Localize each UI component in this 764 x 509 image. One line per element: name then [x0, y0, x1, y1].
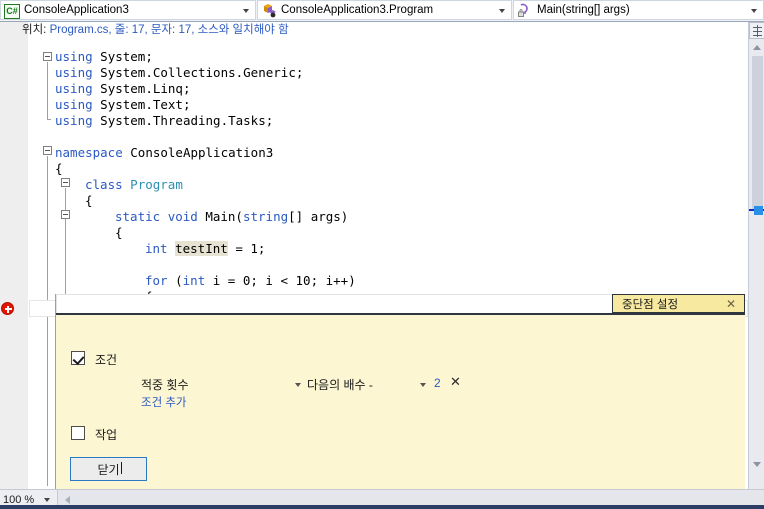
chevron-down-icon[interactable] — [295, 383, 301, 387]
member-dropdown-value: Main(string[] args) — [537, 3, 630, 17]
keyword-int: int — [145, 241, 168, 256]
token-text: System.Text; — [100, 97, 190, 112]
csharp-project-icon: C# — [4, 2, 21, 18]
code-line-2: using System.Collections.Generic; — [55, 65, 303, 81]
fold-toggle-namespace[interactable] — [43, 146, 52, 155]
code-line-4: using System.Text; — [55, 97, 190, 113]
condition-checkbox-label[interactable]: 조건 — [95, 351, 117, 368]
token-collections: System.Collections.Generic; — [100, 65, 303, 80]
hit-count-dropdown-value: 적중 횟수 — [141, 378, 189, 392]
member-dropdown[interactable]: Main(string[] args) — [513, 0, 764, 20]
chevron-down-icon[interactable] — [499, 9, 505, 13]
location-value[interactable]: Program.cs, 줄: 17, 문자: 17, 소스와 일치해야 함 — [50, 24, 289, 36]
remove-condition-icon[interactable]: ✕ — [450, 375, 461, 390]
keyword-string: string — [243, 209, 288, 224]
hit-count-dropdown[interactable]: 적중 횟수 — [141, 376, 303, 393]
conditional-breakpoint-glyph[interactable] — [1, 302, 14, 315]
scrollbar-thumb[interactable] — [752, 56, 763, 211]
visual-studio-window: C# ConsoleApplication3 ConsoleApplicatio… — [0, 0, 764, 509]
project-dropdown[interactable]: C# ConsoleApplication3 — [0, 0, 256, 20]
token-threading: System.Threading.Tasks; — [100, 113, 273, 128]
token-decl-name: testInt — [175, 241, 228, 256]
fold-guide — [47, 62, 48, 120]
keyword-for: for — [145, 273, 168, 288]
private-method-icon — [517, 3, 534, 19]
token-system: System; — [100, 49, 153, 64]
hit-count-mode-dropdown[interactable]: 다음의 배수 - — [307, 376, 428, 393]
token-for-head: ( — [168, 273, 183, 288]
code-line-5: using System.Threading.Tasks; — [55, 113, 273, 129]
keyword-using: using — [55, 65, 93, 80]
fold-guide-end — [47, 119, 51, 120]
close-button[interactable]: 닫기 — [70, 457, 147, 481]
code-line-11: static void Main(string[] args) — [115, 209, 348, 225]
keyword-int: int — [183, 273, 206, 288]
chevron-down-icon[interactable] — [420, 383, 426, 387]
token-main-sig-b: [] args) — [288, 209, 348, 224]
condition-checkbox[interactable] — [71, 351, 85, 365]
fold-guide — [47, 156, 48, 486]
editor-navigation-bar: C# ConsoleApplication3 ConsoleApplicatio… — [0, 0, 764, 22]
code-line-12: { — [115, 225, 123, 241]
add-condition-link[interactable]: 조건 추가 — [141, 394, 187, 410]
class-dropdown-value: ConsoleApplication3.Program — [281, 3, 433, 17]
close-icon[interactable]: ✕ — [725, 298, 737, 310]
code-line-9: class Program — [85, 177, 183, 193]
token-linq: System.Linq; — [100, 81, 190, 96]
scrollbar-caret-marker — [754, 206, 763, 215]
keyword-namespace: namespace — [55, 145, 123, 160]
keyword-using: using — [55, 113, 93, 128]
token-for-body: i = 0; i < 10; i++) — [205, 273, 356, 288]
fold-toggle-usings[interactable] — [43, 52, 52, 61]
token-brace: { — [55, 161, 63, 176]
token-class-name: Program — [130, 177, 183, 192]
token-decl-rest: = 1; — [228, 241, 266, 256]
keyword-class: class — [85, 177, 123, 192]
hit-count-value[interactable]: 2 — [434, 376, 441, 390]
token-brace: { — [115, 225, 123, 240]
breakpoint-location: 위치: Program.cs, 줄: 17, 문자: 17, 소스와 일치해야 … — [22, 21, 289, 37]
chevron-down-icon[interactable] — [243, 9, 249, 13]
class-member-icon — [261, 3, 278, 19]
editor-gutter[interactable] — [0, 22, 28, 489]
hit-count-mode-value: 다음의 배수 - — [307, 378, 373, 392]
action-checkbox[interactable] — [71, 426, 85, 440]
fold-toggle-class[interactable] — [61, 178, 70, 187]
keyword-using: using — [55, 81, 93, 96]
vertical-scrollbar[interactable] — [748, 22, 764, 489]
code-line-1: using System; — [55, 49, 153, 65]
window-bottom-border — [0, 505, 764, 509]
keyword-using: using — [55, 49, 93, 64]
project-dropdown-value: ConsoleApplication3 — [24, 3, 129, 17]
close-button-label: 닫기 — [97, 461, 119, 478]
peek-title-tab[interactable]: 중단점 설정 ✕ — [612, 294, 745, 313]
code-line-7: namespace ConsoleApplication3 — [55, 145, 273, 161]
token-brace: { — [85, 193, 93, 208]
code-line-8: { — [55, 161, 63, 177]
class-dropdown[interactable]: ConsoleApplication3.Program — [257, 0, 512, 20]
zoom-level-value: 100 % — [3, 494, 34, 506]
keyword-static: static — [115, 209, 160, 224]
code-line-10: { — [85, 193, 93, 209]
code-line-3: using System.Linq; — [55, 81, 190, 97]
keyword-void: void — [168, 209, 198, 224]
scroll-down-button[interactable] — [749, 457, 764, 472]
peek-header: 중단점 설정 ✕ — [56, 294, 745, 314]
code-line-15: for (int i = 0; i < 10; i++) — [145, 273, 356, 289]
fold-toggle-method[interactable] — [61, 210, 70, 219]
scroll-up-button[interactable] — [749, 40, 764, 55]
chevron-down-icon[interactable] — [751, 9, 757, 13]
token-main-sig-a: Main( — [205, 209, 243, 224]
action-checkbox-label[interactable]: 작업 — [95, 426, 117, 443]
chevron-down-icon[interactable] — [44, 498, 50, 502]
location-label: 위치: — [22, 24, 46, 36]
keyword-using: using — [55, 97, 93, 112]
split-view-button[interactable] — [749, 22, 764, 39]
token-namespace-name: ConsoleApplication3 — [130, 145, 273, 160]
peek-title-label: 중단점 설정 — [622, 296, 678, 312]
code-line-13: int testInt = 1; — [145, 241, 265, 257]
